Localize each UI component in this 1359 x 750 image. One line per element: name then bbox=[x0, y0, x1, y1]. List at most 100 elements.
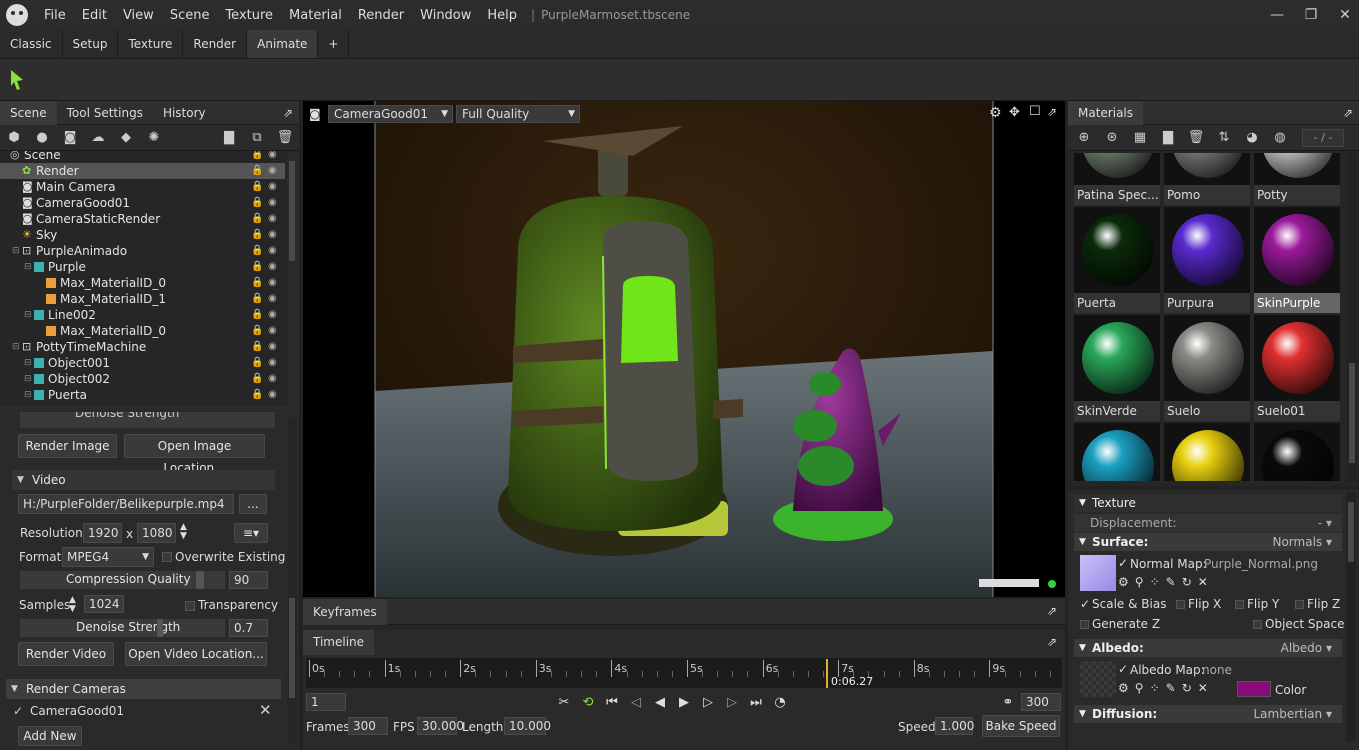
tab-animate[interactable]: Animate bbox=[247, 30, 319, 58]
scene-tree-scrollbar[interactable] bbox=[287, 151, 297, 406]
move-icon[interactable]: ✥ bbox=[1009, 105, 1020, 120]
albedo-map-thumbnail[interactable] bbox=[1080, 661, 1116, 697]
visibility-eye-icon[interactable]: ◉ bbox=[268, 195, 277, 211]
tab-scene[interactable]: Scene bbox=[0, 100, 57, 125]
tree-row[interactable]: ⊟ Object002 🔒 ◉ bbox=[0, 371, 285, 387]
popout-icon[interactable]: ⇗ bbox=[1047, 635, 1057, 649]
expand-toggle-icon[interactable]: ⊟ bbox=[24, 387, 32, 403]
add-fog-icon[interactable]: ✺ bbox=[144, 130, 164, 146]
fps-field[interactable]: 30.000 bbox=[417, 717, 464, 735]
brush-icon[interactable]: ✎ bbox=[1166, 575, 1176, 591]
visibility-eye-icon[interactable]: ◉ bbox=[268, 163, 277, 179]
expand-toggle-icon[interactable]: ⊟ bbox=[24, 355, 32, 371]
delete-icon[interactable]: 🗑 bbox=[1186, 130, 1206, 146]
transparency-checkbox[interactable] bbox=[185, 601, 195, 611]
frame-icon[interactable]: ☐ bbox=[1029, 104, 1041, 119]
video-section-header[interactable]: Video bbox=[12, 470, 275, 490]
select-arrow-icon[interactable] bbox=[9, 69, 25, 91]
tab-keyframes[interactable]: Keyframes bbox=[303, 599, 387, 625]
camera-check-icon[interactable]: ✓ bbox=[13, 704, 23, 718]
add-light-icon[interactable]: ● bbox=[32, 130, 52, 146]
albedo-section-header[interactable]: Albedo: Albedo ▾ bbox=[1074, 639, 1342, 657]
menu-window[interactable]: Window bbox=[412, 8, 479, 23]
delete-icon[interactable]: 🗑 bbox=[275, 130, 295, 146]
scale-bias-check-icon[interactable]: ✓ bbox=[1080, 597, 1090, 611]
menu-render[interactable]: Render bbox=[350, 8, 412, 23]
visibility-eye-icon[interactable]: ◉ bbox=[268, 387, 277, 403]
open-image-location-button[interactable]: Open Image Location... bbox=[124, 434, 265, 475]
settings-circle-icon[interactable]: ◔ bbox=[771, 693, 789, 711]
duplicate-material-icon[interactable]: ⊛ bbox=[1102, 130, 1122, 146]
tree-row[interactable]: ◎ Scene 🔒 ◉ bbox=[0, 151, 285, 163]
tree-row[interactable]: ⊟ ⊡ PurpleAnimado 🔒 ◉ bbox=[0, 243, 285, 259]
materials-scrollbar[interactable] bbox=[1347, 153, 1357, 481]
texture-section-header[interactable]: Texture bbox=[1074, 494, 1342, 512]
material-tile[interactable] bbox=[1164, 423, 1250, 481]
tree-row[interactable]: ◙ CameraGood01 🔒 ◉ bbox=[0, 195, 285, 211]
overwrite-existing-checkbox[interactable] bbox=[162, 552, 172, 562]
tree-row[interactable]: Max_MaterialID_0 🔒 ◉ bbox=[0, 275, 285, 291]
add-shape-icon[interactable]: ◆ bbox=[116, 130, 136, 146]
tab-tool-settings[interactable]: Tool Settings bbox=[57, 101, 153, 125]
frames-field[interactable]: 300 bbox=[348, 717, 388, 735]
normal-map-check-icon[interactable]: ✓ bbox=[1118, 556, 1128, 570]
expand-toggle-icon[interactable]: ⊟ bbox=[12, 243, 20, 259]
diffusion-select[interactable]: Lambertian ▾ bbox=[1253, 705, 1332, 723]
tree-row[interactable]: ⊟ Object001 🔒 ◉ bbox=[0, 355, 285, 371]
duplicate-icon[interactable]: ⧉ bbox=[247, 130, 267, 146]
maximize-icon[interactable]: ❐ bbox=[1294, 0, 1328, 30]
render-video-button[interactable]: Render Video bbox=[18, 642, 114, 666]
lock-icon[interactable]: 🔒 bbox=[251, 307, 263, 323]
speed-field[interactable]: 1.000 bbox=[935, 717, 974, 735]
lock-icon[interactable]: 🔒 bbox=[251, 323, 263, 339]
material-tile[interactable]: SkinPurple bbox=[1254, 207, 1340, 313]
menu-material[interactable]: Material bbox=[281, 8, 350, 23]
menu-view[interactable]: View bbox=[115, 8, 162, 23]
prev-key-icon[interactable]: ◁ bbox=[627, 693, 645, 711]
tab-texture[interactable]: Texture bbox=[118, 30, 184, 58]
visibility-eye-icon[interactable]: ◉ bbox=[268, 151, 277, 163]
menu-file[interactable]: File bbox=[36, 8, 74, 23]
tab-classic[interactable]: Classic bbox=[0, 30, 63, 58]
gear-icon[interactable]: ⚙ bbox=[989, 105, 1002, 121]
remove-camera-icon[interactable]: ✕ bbox=[259, 701, 272, 719]
next-key-icon[interactable]: ▷ bbox=[723, 693, 741, 711]
visibility-eye-icon[interactable]: ◉ bbox=[268, 339, 277, 355]
reload-icon[interactable]: ↻ bbox=[1182, 681, 1192, 697]
albedo-select[interactable]: Albedo ▾ bbox=[1281, 639, 1332, 657]
visibility-eye-icon[interactable]: ◉ bbox=[268, 179, 277, 195]
step-forward-icon[interactable]: ▷ bbox=[699, 693, 717, 711]
expand-toggle-icon[interactable]: ⊟ bbox=[24, 259, 32, 275]
reload-icon[interactable]: ↻ bbox=[1182, 575, 1192, 591]
visibility-eye-icon[interactable]: ◉ bbox=[268, 371, 277, 387]
diffusion-section-header[interactable]: Diffusion: Lambertian ▾ bbox=[1074, 705, 1342, 723]
material-tile[interactable]: Potty bbox=[1254, 153, 1340, 205]
resolution-height-field[interactable]: 1080 bbox=[137, 523, 176, 543]
material-tile[interactable]: Patina Spec... bbox=[1074, 153, 1160, 205]
zoom-icon[interactable]: ⚲ bbox=[1135, 681, 1144, 697]
material-tile[interactable]: SkinVerde bbox=[1074, 315, 1160, 421]
visibility-eye-icon[interactable]: ◉ bbox=[268, 211, 277, 227]
current-frame-field[interactable]: 1 bbox=[306, 693, 346, 711]
tab-add[interactable]: + bbox=[318, 30, 350, 58]
3d-viewport[interactable]: ◙ CameraGood01 ▼ Full Quality ▼ ⚙ ✥ ☐ ⇗ bbox=[303, 101, 1065, 597]
lock-icon[interactable]: 🔒 bbox=[251, 339, 263, 355]
albedo-color-swatch[interactable] bbox=[1237, 681, 1271, 697]
lock-icon[interactable]: 🔒 bbox=[251, 291, 263, 307]
timeline-track[interactable] bbox=[306, 658, 1062, 688]
visibility-eye-icon[interactable]: ◉ bbox=[268, 275, 277, 291]
visibility-eye-icon[interactable]: ◉ bbox=[268, 355, 277, 371]
tree-row[interactable]: ✿ Render 🔒 ◉ bbox=[0, 163, 285, 179]
visibility-eye-icon[interactable]: ◉ bbox=[268, 259, 277, 275]
tree-row[interactable]: ⊟ Puerta 🔒 ◉ bbox=[0, 387, 285, 403]
skip-start-icon[interactable]: ⏮ bbox=[603, 693, 621, 711]
tab-timeline[interactable]: Timeline bbox=[303, 630, 375, 655]
lock-icon[interactable]: 🔒 bbox=[251, 151, 263, 163]
render-image-button[interactable]: Render Image bbox=[18, 434, 117, 458]
flip-x-checkbox[interactable] bbox=[1176, 600, 1185, 609]
tab-render[interactable]: Render bbox=[183, 30, 248, 58]
picker-icon[interactable]: ◍ bbox=[1270, 130, 1290, 146]
scissors-icon[interactable]: ✂ bbox=[555, 693, 573, 711]
resolution-presets-icon[interactable]: ≡▾ bbox=[234, 523, 268, 543]
open-video-location-button[interactable]: Open Video Location... bbox=[125, 642, 267, 666]
